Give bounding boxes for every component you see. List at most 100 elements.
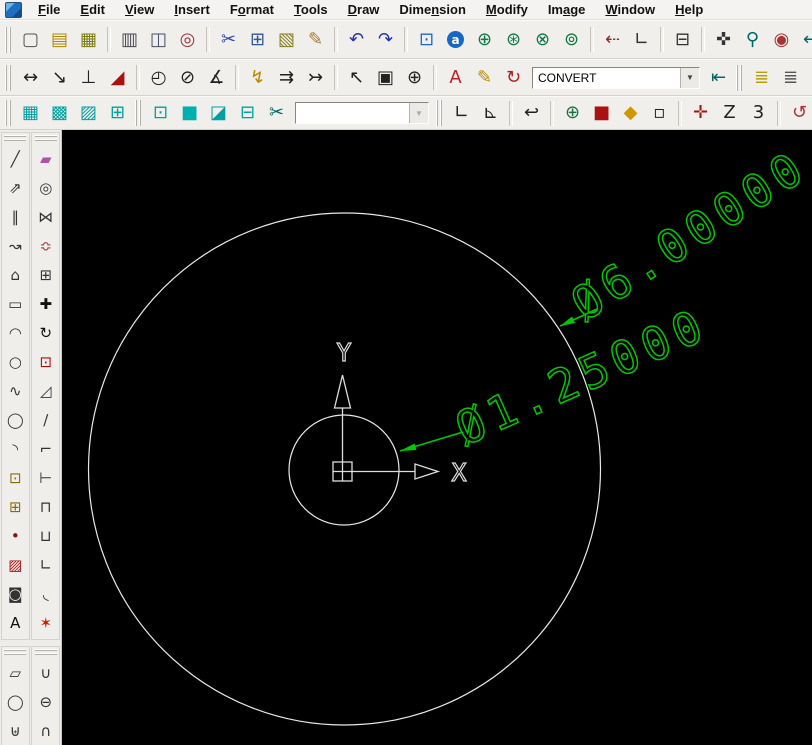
subtract-button[interactable]: ⊖ [33,688,59,717]
dimension-oblique-button[interactable]: ◢ [103,64,132,92]
erase-button[interactable]: ▰ [33,145,59,174]
dimension-text-edit-button[interactable]: ✎ [470,64,499,92]
baseline-dimension-button[interactable]: ⇉ [272,64,301,92]
ucs-3-point-button[interactable]: 3 [744,99,773,127]
menu-tools[interactable]: Tools [284,1,338,18]
open-file-button[interactable]: ▤ [45,26,74,54]
lengthen-button[interactable]: ∕ [33,406,59,435]
autodesk-point-a-button[interactable]: a [441,26,470,54]
inner-dimension-leader[interactable] [399,431,464,452]
dimension-style-button[interactable]: ⇤ [704,64,733,92]
toolbar-grab-handle[interactable] [5,26,13,53]
ucs-flyout-button[interactable]: ∟ [627,26,656,54]
rotate-button[interactable]: ↻ [33,319,59,348]
dimension-edit-button[interactable]: A [441,64,470,92]
dimension-update-button[interactable]: ↻ [499,64,528,92]
break-button[interactable]: ⊔ [33,522,59,551]
object-ucs-button[interactable]: ■ [587,99,616,127]
toolbar-grab-handle[interactable] [4,135,27,143]
new-file-button[interactable]: ▢ [16,26,45,54]
xref-clip-button[interactable]: ◪ [204,99,233,127]
app-icon[interactable] [5,1,22,18]
redo-button[interactable]: ↷ [371,26,400,54]
menu-draw[interactable]: Draw [338,1,390,18]
menu-file[interactable]: File [28,1,70,18]
temporary-tracking-point-button[interactable]: ⇠ [598,26,627,54]
offset-button[interactable]: ≎ [33,232,59,261]
chamfer-button[interactable]: ∟ [33,551,59,580]
named-views-button[interactable]: ⊟ [668,26,697,54]
polygon-button[interactable]: ⌂ [2,261,28,290]
aligned-dimension-button[interactable]: ↘ [45,64,74,92]
linear-dimension-button[interactable]: ↔ [16,64,45,92]
scale-button[interactable]: ⊡ [33,348,59,377]
cut-button[interactable]: ✂ [214,26,243,54]
toolbar-grab-handle[interactable] [135,100,143,126]
trim-button[interactable]: ⌐ [33,435,59,464]
image-clip-button[interactable]: ✂ [262,99,291,127]
point-button[interactable]: • [2,522,28,551]
inner-circle[interactable] [288,414,400,526]
etransmit-button[interactable]: ⊗ [528,26,557,54]
xref-frame-button[interactable]: ⊟ [233,99,262,127]
hyperlink-button[interactable]: ⊚ [557,26,586,54]
menu-help[interactable]: Help [665,1,713,18]
spell-check-button[interactable]: ◎ [173,26,202,54]
union-button[interactable]: ∪ [33,659,59,688]
copy-button[interactable]: ⊞ [243,26,272,54]
image-frame-button[interactable]: ⊞ [103,99,132,127]
save-button[interactable]: ▦ [74,26,103,54]
zoom-window-button[interactable]: ◉ [767,26,796,54]
copy-object-button[interactable]: ◎ [33,174,59,203]
face-ucs-button[interactable]: ◆ [616,99,645,127]
spline-button[interactable]: ∿ [2,377,28,406]
solid-box-button[interactable]: ▱ [2,659,28,688]
stretch-button[interactable]: ◿ [33,377,59,406]
pan-realtime-button[interactable]: ✜ [709,26,738,54]
match-properties-button[interactable]: ✎ [301,26,330,54]
menu-edit[interactable]: Edit [70,1,115,18]
ucs-button[interactable]: ∟ [447,99,476,127]
ellipse-button[interactable]: ◯ [2,406,28,435]
ordinate-dimension-button[interactable]: ⊥ [74,64,103,92]
solid-cylinder-button[interactable]: ⊎ [2,717,28,745]
eplot-button[interactable]: ⊛ [499,26,528,54]
layers-button[interactable]: ≣ [776,64,805,92]
outer-circle[interactable] [87,212,602,726]
z-axis-ucs-button[interactable]: Z [715,99,744,127]
intersect-button[interactable]: ∩ [33,717,59,745]
construction-line-button[interactable]: ⇗ [2,174,28,203]
world-ucs-button[interactable]: ⊕ [558,99,587,127]
array-button[interactable]: ⊞ [33,261,59,290]
menu-format[interactable]: Format [220,1,284,18]
fillet-button[interactable]: ◟ [33,580,59,609]
apply-ucs-button[interactable]: ↺ [785,99,812,127]
menu-modify[interactable]: Modify [476,1,538,18]
circle-button[interactable]: ○ [2,348,28,377]
make-block-button[interactable]: ⊞ [2,493,28,522]
multiline-text-button[interactable]: A [2,609,28,638]
solid-sphere-button[interactable]: ◯ [2,688,28,717]
tolerance-button[interactable]: ▣ [371,64,400,92]
paste-button[interactable]: ▧ [272,26,301,54]
menu-insert[interactable]: Insert [164,1,219,18]
toolbar-grab-handle[interactable] [736,64,744,91]
hatch-button[interactable]: ▨ [2,551,28,580]
menu-dimension[interactable]: Dimension [389,1,475,18]
quick-dimension-button[interactable]: ↯ [243,64,272,92]
angular-dimension-button[interactable]: ∡ [202,64,231,92]
menu-window[interactable]: Window [595,1,665,18]
image-adjust-button[interactable]: ▦ [16,99,45,127]
image-transparency-button[interactable]: ▨ [74,99,103,127]
dropdown-arrow-icon[interactable]: ▼ [680,67,699,88]
continue-dimension-button[interactable]: ↣ [301,64,330,92]
view-ucs-button[interactable]: ▫ [645,99,674,127]
ucs-previous-button[interactable]: ↩ [517,99,546,127]
extend-button[interactable]: ⊢ [33,464,59,493]
dim-style-select[interactable]: CONVERT ▼ [532,66,700,89]
drawing-canvas[interactable]: Y X Ø6.00000 Ø1.25000 [62,130,812,745]
print-preview-button[interactable]: ◫ [144,26,173,54]
radius-dimension-button[interactable]: ◴ [144,64,173,92]
rectangle-button[interactable]: ▭ [2,290,28,319]
menu-view[interactable]: View [115,1,164,18]
